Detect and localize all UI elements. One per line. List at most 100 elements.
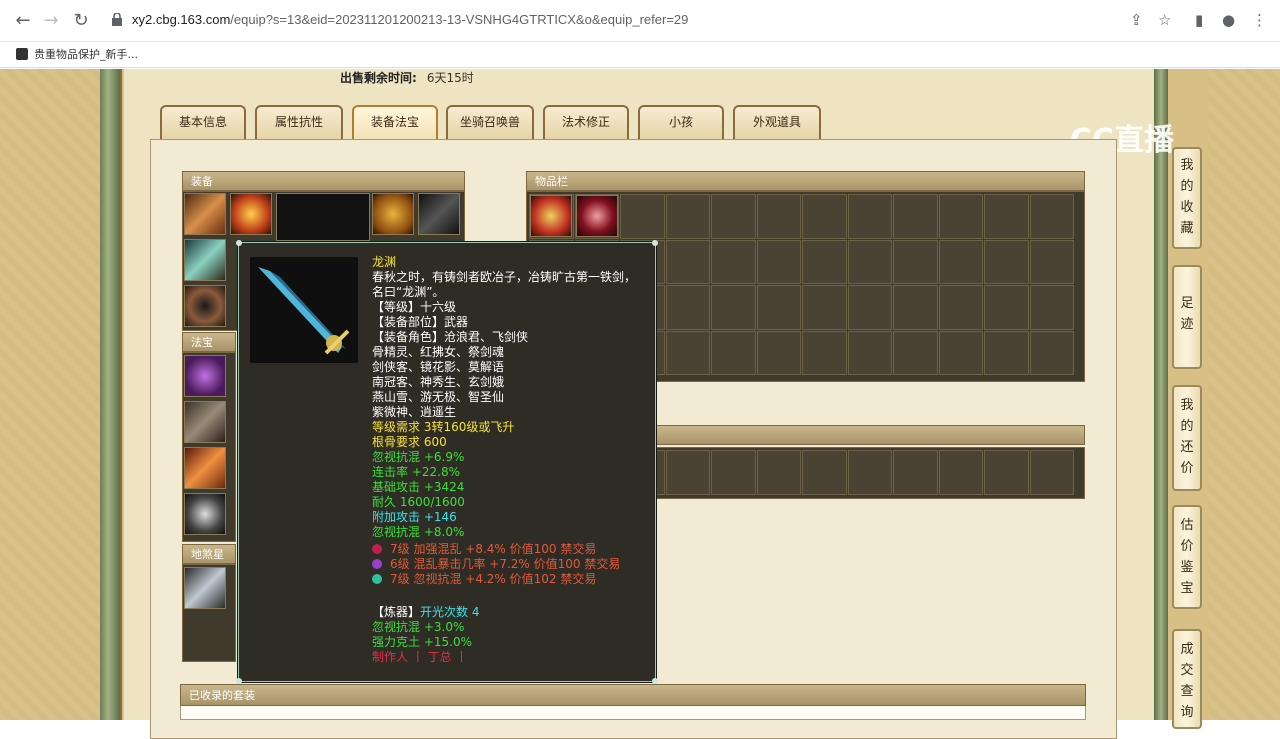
attribute-line: 耐久 1600/1600 — [372, 495, 465, 509]
side-panel-icon[interactable]: ▮ — [1195, 11, 1203, 29]
inventory-slot[interactable] — [893, 450, 938, 495]
inventory-slot[interactable] — [847, 194, 892, 239]
tab-spell-correction[interactable]: 法术修正 — [543, 105, 629, 139]
back-icon[interactable]: ← — [12, 10, 34, 32]
address-bar[interactable]: xy2.cbg.163.com/equip?s=13&eid=202311201… — [100, 7, 1100, 35]
item-slot: 【装备部位】武器 — [372, 315, 469, 329]
inventory-slot[interactable] — [984, 330, 1029, 375]
inventory-slot[interactable] — [665, 194, 710, 239]
reload-icon[interactable]: ↻ — [70, 10, 92, 32]
gem-line: 7级 加强混乱 +8.4% 价值100 禁交易 — [372, 542, 652, 557]
profile-icon[interactable]: ● — [1222, 11, 1235, 29]
inventory-slot[interactable] — [756, 330, 801, 375]
tab-equipment[interactable]: 装备法宝 — [352, 105, 438, 139]
inventory-slot[interactable] — [665, 330, 710, 375]
inventory-slot[interactable] — [938, 239, 983, 284]
tooltip-text: 龙渊 春秋之时，有铸剑者欧冶子，冶铸旷古第一铁剑， 名曰“龙渊”。 【等级】十六… — [372, 255, 652, 665]
inventory-slot[interactable] — [938, 285, 983, 330]
inventory-slot[interactable] — [802, 285, 847, 330]
inventory-slot[interactable] — [893, 330, 938, 375]
bookmark-item[interactable]: 贵重物品保护_新手... — [16, 46, 138, 62]
share-icon[interactable]: ⇪ — [1130, 11, 1143, 29]
inventory-slot[interactable] — [938, 330, 983, 375]
gem-line: 6级 混乱暴击几率 +7.2% 价值100 禁交易 — [372, 557, 652, 572]
counter-offer-button[interactable]: 我的还价 — [1172, 385, 1202, 491]
tab-basic-info[interactable]: 基本信息 — [160, 105, 246, 139]
inventory-slot[interactable] — [620, 194, 665, 239]
inventory-slot[interactable] — [893, 194, 938, 239]
star-icon[interactable]: ☆ — [1158, 11, 1171, 29]
inventory-slot[interactable] — [984, 285, 1029, 330]
forward-icon[interactable]: → — [40, 10, 62, 32]
tab-attributes[interactable]: 属性抗性 — [255, 105, 343, 139]
inventory-slot[interactable] — [665, 285, 710, 330]
inventory-slot[interactable] — [1029, 285, 1074, 330]
inventory-slot[interactable] — [711, 450, 756, 495]
inventory-slot[interactable] — [711, 239, 756, 284]
fabao-item-3[interactable] — [184, 447, 226, 489]
inventory-slot[interactable] — [665, 239, 710, 284]
item-desc: 名曰“龙渊”。 — [372, 285, 445, 299]
inventory-slot[interactable] — [711, 330, 756, 375]
url-text: xy2.cbg.163.com/equip?s=13&eid=202311201… — [132, 12, 689, 27]
item-name: 龙渊 — [372, 255, 397, 269]
deal-query-button[interactable]: 成交查询 — [1172, 629, 1202, 729]
inventory-slot[interactable] — [984, 239, 1029, 284]
lock-icon — [112, 13, 122, 26]
equip-belt[interactable] — [418, 193, 460, 235]
inventory-slot[interactable] — [847, 450, 892, 495]
inventory-item-charm[interactable] — [576, 195, 618, 237]
equip-shoes[interactable] — [184, 285, 226, 327]
inventory-slot[interactable] — [802, 194, 847, 239]
inventory-slot[interactable] — [802, 239, 847, 284]
inventory-slot[interactable] — [1029, 194, 1074, 239]
equip-weapon[interactable] — [184, 239, 226, 281]
disha-item-1[interactable] — [184, 567, 226, 609]
character-portrait — [276, 193, 370, 241]
tab-mounts-pets[interactable]: 坐骑召唤兽 — [446, 105, 534, 139]
inventory-slot[interactable] — [938, 194, 983, 239]
disha-header: 地煞星 — [182, 544, 236, 564]
inventory-slot[interactable] — [1029, 450, 1074, 495]
fabao-item-2[interactable] — [184, 401, 226, 443]
inventory-slot[interactable] — [893, 239, 938, 284]
inventory-slot[interactable] — [984, 450, 1029, 495]
inventory-slot[interactable] — [665, 450, 710, 495]
equip-necklace[interactable] — [230, 193, 272, 235]
tab-children[interactable]: 小孩 — [638, 105, 724, 139]
inventory-slot[interactable] — [938, 450, 983, 495]
appraise-button[interactable]: 估价鉴宝 — [1172, 505, 1202, 609]
favorites-button[interactable]: 我的收藏 — [1172, 147, 1202, 249]
inventory-slot[interactable] — [802, 330, 847, 375]
level-requirement: 等级需求 3转160级或飞升 — [372, 420, 515, 434]
inventory-slot[interactable] — [1029, 239, 1074, 284]
inventory-slot[interactable] — [847, 285, 892, 330]
inventory-slot[interactable] — [847, 330, 892, 375]
item-roles: 【装备角色】沧浪君、飞剑侠 — [372, 330, 529, 344]
inventory-slot[interactable] — [756, 194, 801, 239]
fabao-item-4[interactable] — [184, 493, 226, 535]
inventory-slot[interactable] — [984, 194, 1029, 239]
tab-appearance[interactable]: 外观道具 — [733, 105, 821, 139]
inventory-slot[interactable] — [893, 285, 938, 330]
item-roles: 剑侠客、镜花影、莫解语 — [372, 360, 505, 374]
equip-helmet[interactable] — [184, 193, 226, 235]
inventory-item-robe[interactable] — [530, 195, 572, 237]
inventory-slot[interactable] — [1029, 330, 1074, 375]
inventory-slot[interactable] — [711, 285, 756, 330]
inventory-slot[interactable] — [711, 194, 756, 239]
inventory-slot[interactable] — [756, 239, 801, 284]
suits-body — [180, 706, 1086, 720]
item-level: 【等级】十六级 — [372, 300, 457, 314]
fabao-item-1[interactable] — [184, 355, 226, 397]
browser-toolbar: ← → ↻ xy2.cbg.163.com/equip?s=13&eid=202… — [0, 0, 1280, 42]
inventory-slot[interactable] — [756, 450, 801, 495]
menu-icon[interactable]: ⋮ — [1252, 11, 1267, 29]
inventory-slot[interactable] — [847, 239, 892, 284]
suits-header: 已收录的套装 — [180, 684, 1086, 706]
footprint-button[interactable]: 足迹 — [1172, 265, 1202, 369]
inventory-slot[interactable] — [802, 450, 847, 495]
bookmark-icon — [16, 48, 28, 60]
equip-armor[interactable] — [372, 193, 414, 235]
inventory-slot[interactable] — [756, 285, 801, 330]
